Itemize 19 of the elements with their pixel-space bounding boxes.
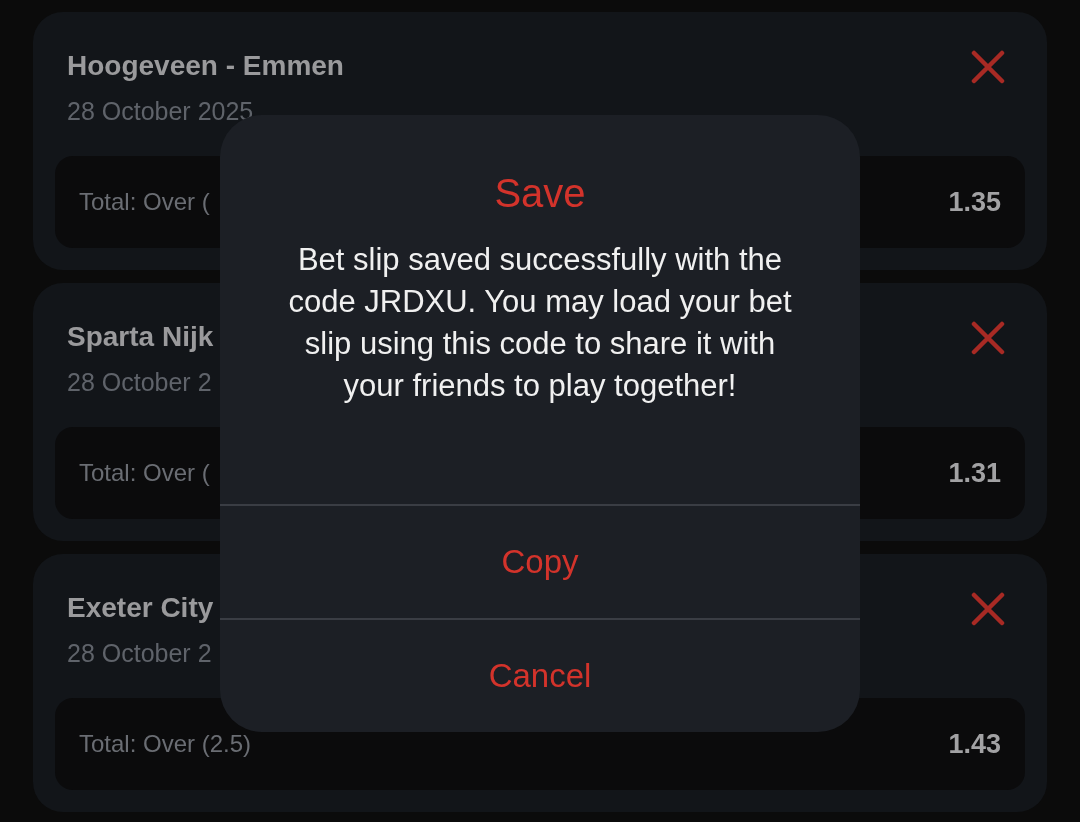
bet-label: Total: Over ( — [79, 188, 210, 216]
bet-label: Total: Over (2.5) — [79, 730, 252, 758]
odds-value: 1.31 — [948, 457, 1001, 489]
copy-button[interactable]: Copy — [220, 504, 860, 618]
match-date: 28 October 2025 — [66, 96, 255, 126]
odds-value: 1.43 — [948, 728, 1001, 760]
bet-label: Total: Over ( — [79, 459, 210, 487]
odds-value: 1.35 — [948, 186, 1001, 218]
dialog-title: Save — [494, 170, 586, 217]
match-title: Hoogeveen - Emmen — [67, 49, 344, 83]
close-icon[interactable] — [971, 50, 1005, 84]
match-title: Exeter City — [67, 591, 214, 625]
match-title: Sparta Nijk — [67, 320, 214, 354]
dialog-message: Bet slip saved successfully with the code JRDXU. You may load your bet slip using this code to share it with your friends to play together! — [287, 241, 793, 405]
close-icon[interactable] — [971, 321, 1005, 355]
match-date: 28 October 2 — [66, 367, 213, 397]
match-date: 28 October 2 — [66, 638, 213, 668]
cancel-button[interactable]: Cancel — [220, 618, 860, 732]
close-icon[interactable] — [971, 592, 1005, 626]
